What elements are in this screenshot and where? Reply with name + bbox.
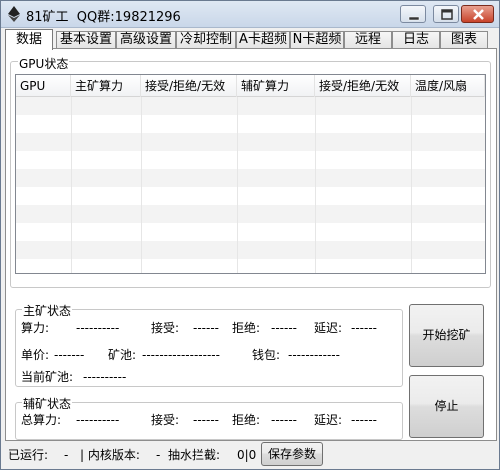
- column-divider: [315, 97, 316, 273]
- close-button[interactable]: [461, 5, 494, 23]
- column-header-main-shares[interactable]: 接受/拒绝/无效: [141, 75, 237, 97]
- minimize-icon: [408, 16, 420, 21]
- main-mining-label: 主矿状态: [22, 302, 73, 319]
- status-bar: 已运行: - | 内核版本: - 抽水拦截: 0|0 保存参数: [1, 442, 499, 469]
- column-divider: [71, 97, 72, 273]
- pool-value: ------------------: [142, 348, 220, 362]
- aux-latency-value: ------: [351, 413, 377, 427]
- fee-intercept-label: 抽水拦截:: [168, 448, 221, 462]
- column-header-gpu[interactable]: GPU: [16, 75, 71, 97]
- table-row: [16, 187, 485, 205]
- aux-accepted-label: 接受:: [151, 413, 180, 427]
- column-header-aux-shares[interactable]: 接受/拒绝/无效: [315, 75, 411, 97]
- tab-chart[interactable]: 图表: [440, 31, 488, 49]
- pool-label: 矿池:: [108, 348, 137, 362]
- maximize-icon: [441, 9, 453, 20]
- main-rejected-value: ------: [271, 321, 297, 335]
- maximize-button[interactable]: [433, 5, 459, 23]
- aux-rejected-label: 拒绝:: [232, 413, 261, 427]
- column-header-temp-fan[interactable]: 温度/风扇: [411, 75, 485, 97]
- main-rejected-label: 拒绝:: [232, 321, 261, 335]
- table-row: [16, 97, 485, 115]
- current-pool-value: ----------: [83, 370, 127, 384]
- table-row: [16, 133, 485, 151]
- ethereum-icon: [8, 6, 20, 22]
- tab-basic-settings[interactable]: 基本设置: [56, 31, 116, 49]
- main-accepted-value: ------: [193, 321, 219, 335]
- aux-latency-label: 延迟:: [314, 413, 343, 427]
- table-row: [16, 223, 485, 241]
- column-divider: [411, 97, 412, 273]
- price-value: -------: [54, 348, 85, 362]
- wallet-label: 钱包:: [252, 348, 281, 362]
- table-row: [16, 205, 485, 223]
- fee-intercept-value: 0|0: [237, 448, 257, 462]
- uptime-value: -: [64, 448, 69, 462]
- main-hashrate-label: 算力:: [21, 321, 50, 335]
- column-header-main-hashrate[interactable]: 主矿算力: [71, 75, 141, 97]
- column-divider: [237, 97, 238, 273]
- tab-advanced-settings[interactable]: 高级设置: [116, 31, 176, 49]
- main-latency-value: ------: [351, 321, 377, 335]
- gpu-table[interactable]: GPU 主矿算力 接受/拒绝/无效 辅矿算力 接受/拒绝/无效 温度/风扇: [15, 74, 486, 274]
- kernel-version-label: | 内核版本:: [80, 448, 140, 462]
- main-window: 81矿工 QQ群:19821296 数据 基本设置 高级设置 冷却控制 A卡超频…: [0, 0, 500, 470]
- main-accepted-label: 接受:: [151, 321, 180, 335]
- aux-mining-label: 辅矿状态: [22, 395, 73, 412]
- stop-button[interactable]: 停止: [409, 375, 484, 438]
- uptime-label: 已运行:: [8, 448, 49, 462]
- tab-strip: 数据 基本设置 高级设置 冷却控制 A卡超频 N卡超频 远程 日志 图表: [5, 29, 497, 50]
- tab-cooling-control[interactable]: 冷却控制: [176, 31, 236, 49]
- table-row: [16, 259, 485, 273]
- save-settings-button[interactable]: 保存参数: [261, 442, 323, 466]
- window-title: 81矿工 QQ群:19821296: [26, 10, 181, 25]
- main-hashrate-value: ----------: [76, 321, 120, 335]
- title-bar[interactable]: 81矿工 QQ群:19821296: [1, 1, 499, 28]
- aux-accepted-value: ------: [193, 413, 219, 427]
- price-label: 单价:: [21, 348, 50, 362]
- table-row: [16, 151, 485, 169]
- aux-hashrate-label: 总算力:: [21, 413, 62, 427]
- aux-rejected-value: ------: [271, 413, 297, 427]
- tab-remote[interactable]: 远程: [344, 31, 392, 49]
- table-row: [16, 241, 485, 259]
- minimize-button[interactable]: [400, 5, 426, 23]
- kernel-version-value: -: [156, 448, 161, 462]
- tab-nvidia-overclock[interactable]: N卡超频: [290, 31, 344, 49]
- table-row: [16, 115, 485, 133]
- main-latency-label: 延迟:: [314, 321, 343, 335]
- gpu-status-label: GPU状态: [18, 55, 70, 72]
- start-mining-button[interactable]: 开始挖矿: [409, 304, 484, 367]
- wallet-value: ------------: [288, 348, 340, 362]
- close-icon: [473, 9, 484, 20]
- gpu-table-header: GPU 主矿算力 接受/拒绝/无效 辅矿算力 接受/拒绝/无效 温度/风扇: [16, 75, 485, 97]
- table-row: [16, 169, 485, 187]
- tab-amd-overclock[interactable]: A卡超频: [236, 31, 290, 49]
- tab-data[interactable]: 数据: [5, 29, 53, 50]
- current-pool-label: 当前矿池:: [21, 370, 74, 384]
- column-divider: [141, 97, 142, 273]
- tab-log[interactable]: 日志: [392, 31, 440, 49]
- column-header-aux-hashrate[interactable]: 辅矿算力: [237, 75, 315, 97]
- aux-hashrate-value: ----------: [76, 413, 120, 427]
